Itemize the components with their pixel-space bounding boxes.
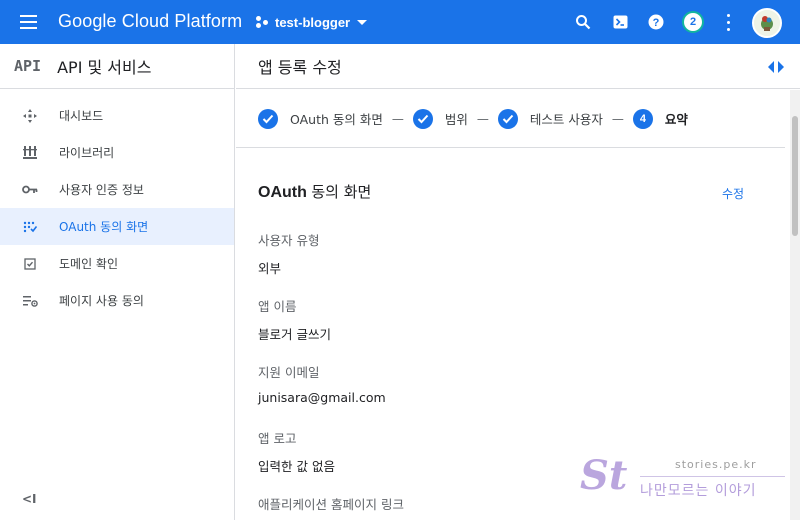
watermark-logo: St	[580, 452, 628, 499]
step-scopes[interactable]: 범위	[412, 108, 468, 129]
step-separator: —	[611, 111, 624, 126]
section-title-kr: 동의 화면	[311, 183, 372, 201]
watermark-url: stories.pe.kr	[675, 458, 757, 471]
project-name: test-blogger	[275, 14, 351, 30]
watermark-divider	[640, 476, 785, 477]
registration-stepper: OAuth 동의 화면 — 범위 — 테스트 사용자 — 4 요약	[236, 90, 785, 148]
step-test-users[interactable]: 테스트 사용자	[497, 108, 603, 129]
field-label: 앱 로고	[258, 431, 297, 446]
field-value: 입력한 값 없음	[258, 459, 335, 474]
chevron-down-icon	[357, 19, 368, 25]
sidebar-item-label: 도메인 확인	[59, 257, 119, 271]
field-user-type: 사용자 유형 외부	[258, 230, 319, 277]
field-value: junisara@gmail.com	[258, 390, 386, 405]
field-app-logo: 앱 로고 입력한 값 없음	[258, 428, 335, 475]
edit-link[interactable]: 수정	[722, 185, 744, 202]
check-circle-icon	[412, 108, 433, 129]
step-label: 테스트 사용자	[529, 112, 603, 127]
account-avatar[interactable]	[752, 8, 782, 38]
sidebar-item-domain-verification[interactable]: 도메인 확인	[0, 245, 234, 282]
field-homepage-link: 애플리케이션 홈페이지 링크	[258, 494, 404, 513]
field-value: 외부	[258, 261, 282, 276]
help-icon[interactable]: ?	[646, 12, 666, 32]
notifications-badge[interactable]: 2	[682, 11, 704, 33]
field-app-name: 앱 이름 블로거 글쓰기	[258, 296, 331, 343]
dashboard-icon	[20, 108, 40, 123]
sidebar-item-label: 대시보드	[59, 109, 104, 123]
step-number-badge: 4	[632, 108, 653, 129]
check-circle-icon	[497, 108, 518, 129]
top-app-bar: Google Cloud Platform test-blogger ? 2	[0, 0, 800, 44]
field-label: 애플리케이션 홈페이지 링크	[258, 497, 404, 512]
sidebar: API API 및 서비스 대시보드 라이브러리 사용자 인증 정보 OAuth…	[0, 44, 235, 520]
main-header: 앱 등록 수정	[236, 44, 800, 89]
page-title: 앱 등록 수정	[258, 58, 342, 77]
section-title: OAuth 동의 화면	[258, 181, 371, 202]
watermark-tagline: 나만모르는 이야기	[640, 483, 757, 499]
consent-icon	[20, 221, 40, 233]
scrollbar[interactable]	[790, 90, 800, 520]
step-label: 요약	[664, 112, 688, 127]
svg-text:?: ?	[653, 17, 660, 29]
field-label: 사용자 유형	[258, 233, 320, 248]
field-value: 블로거 글쓰기	[258, 327, 331, 342]
field-label: 지원 이메일	[258, 365, 320, 380]
settings-list-icon	[20, 295, 40, 307]
panel-toggle-icon[interactable]	[768, 59, 784, 73]
collapse-sidebar-icon[interactable]: <I	[22, 492, 37, 506]
check-circle-icon	[258, 108, 278, 129]
sidebar-item-oauth-consent[interactable]: OAuth 동의 화면	[0, 208, 234, 245]
sidebar-item-dashboard[interactable]: 대시보드	[0, 97, 234, 134]
sidebar-item-credentials[interactable]: 사용자 인증 정보	[0, 171, 234, 208]
sidebar-item-page-usage-consent[interactable]: 페이지 사용 동의	[0, 282, 234, 319]
sidebar-item-label: 페이지 사용 동의	[59, 294, 144, 308]
field-support-email: 지원 이메일 junisara@gmail.com	[258, 362, 386, 405]
section-title-en: OAuth	[258, 184, 307, 201]
project-hierarchy-icon	[256, 15, 270, 29]
step-oauth-consent[interactable]: OAuth 동의 화면	[258, 108, 383, 129]
sidebar-item-label: 라이브러리	[59, 146, 115, 160]
key-icon	[20, 185, 40, 194]
project-selector[interactable]: test-blogger	[256, 10, 368, 34]
sidebar-item-label: 사용자 인증 정보	[59, 183, 144, 197]
step-label: OAuth 동의 화면	[290, 112, 383, 127]
watermark: St stories.pe.kr 나만모르는 이야기	[580, 452, 790, 512]
sidebar-header: API API 및 서비스	[0, 44, 234, 89]
search-icon[interactable]	[573, 12, 593, 32]
step-separator: —	[476, 111, 489, 126]
more-vert-icon[interactable]	[727, 13, 731, 31]
step-separator: —	[391, 111, 404, 126]
field-label: 앱 이름	[258, 299, 297, 314]
step-label: 범위	[444, 112, 468, 127]
scrollbar-thumb[interactable]	[792, 116, 798, 236]
sidebar-nav: 대시보드 라이브러리 사용자 인증 정보 OAuth 동의 화면 도메인 확인	[0, 89, 234, 319]
domain-check-icon	[20, 257, 40, 270]
cloud-shell-icon[interactable]	[610, 12, 630, 32]
api-logo: API	[14, 57, 42, 75]
sidebar-item-label: OAuth 동의 화면	[59, 220, 149, 234]
sidebar-title: API 및 서비스	[57, 58, 152, 77]
sidebar-item-library[interactable]: 라이브러리	[0, 134, 234, 171]
library-icon	[20, 146, 40, 159]
brand-title[interactable]: Google Cloud Platform	[58, 11, 242, 32]
hamburger-menu-icon[interactable]	[18, 13, 40, 31]
step-summary[interactable]: 4 요약	[632, 108, 688, 129]
